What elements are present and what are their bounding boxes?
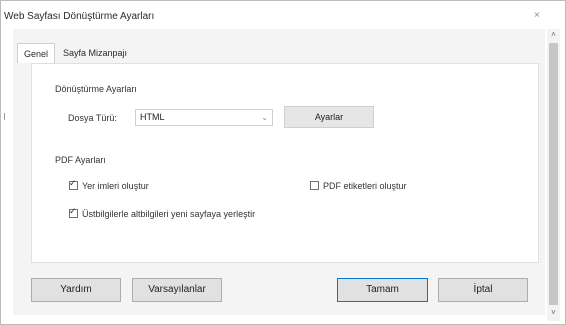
conversion-settings-dialog: Web Sayfası Dönüştürme Ayarları × Genel … xyxy=(0,0,566,325)
checkmark-icon: ✓ xyxy=(69,178,77,188)
file-type-label: Dosya Türü: xyxy=(68,113,117,123)
file-type-value: HTML xyxy=(140,112,165,122)
checkmark-icon: ✓ xyxy=(69,206,77,216)
tab-general[interactable]: Genel xyxy=(17,43,55,63)
create-pdf-tags-checkbox[interactable] xyxy=(310,181,319,190)
chevron-up-icon[interactable]: ˄ xyxy=(548,30,559,40)
settings-button[interactable]: Ayarlar xyxy=(284,106,374,128)
title-bar: Web Sayfası Dönüştürme Ayarları × xyxy=(1,1,547,31)
scrollbar-thumb[interactable] xyxy=(549,43,558,305)
tab-page-layout[interactable]: Sayfa Mizanpajı xyxy=(57,43,137,63)
defaults-button[interactable]: Varsayılanlar xyxy=(132,278,222,302)
chevron-down-icon[interactable]: ˅ xyxy=(548,308,559,318)
ok-button[interactable]: Tamam xyxy=(337,278,428,302)
close-icon[interactable]: × xyxy=(534,10,540,21)
create-bookmarks-checkbox[interactable]: ✓ xyxy=(69,178,78,190)
place-headers-footers-checkbox[interactable]: ✓ xyxy=(69,206,78,218)
tab-page-layout-label: Sayfa Mizanpajı xyxy=(63,48,128,58)
vertical-scrollbar[interactable]: ˄ ˅ xyxy=(547,29,560,321)
cancel-button[interactable]: İptal xyxy=(438,278,528,302)
create-pdf-tags-label: PDF etiketleri oluştur xyxy=(323,181,407,191)
dialog-title: Web Sayfası Dönüştürme Ayarları xyxy=(4,11,155,22)
tab-general-label: Genel xyxy=(24,49,49,59)
window-edge-marker xyxy=(4,113,5,120)
create-bookmarks-label: Yer imleri oluştur xyxy=(82,181,149,191)
pdf-section-title: PDF Ayarları xyxy=(55,155,106,165)
help-button[interactable]: Yardım xyxy=(31,278,121,302)
conversion-section-title: Dönüştürme Ayarları xyxy=(55,84,137,94)
file-type-select[interactable]: HTML ⌄ xyxy=(135,109,273,126)
place-headers-footers-label: Üstbilgilerle altbilgileri yeni sayfaya … xyxy=(82,209,256,219)
chevron-down-icon: ⌄ xyxy=(261,113,268,122)
